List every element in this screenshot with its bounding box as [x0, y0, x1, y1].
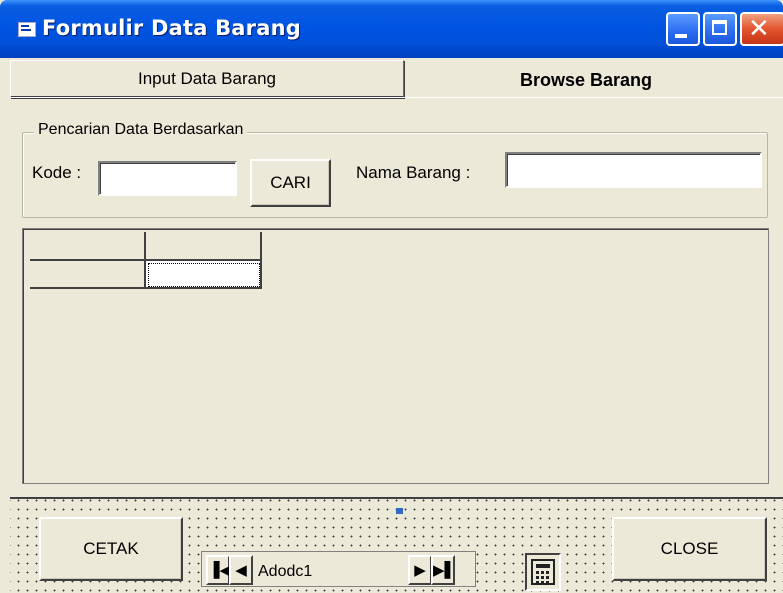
form-icon[interactable]	[18, 22, 36, 37]
grid-cell-selected[interactable]	[146, 261, 262, 289]
maximize-icon	[712, 20, 727, 35]
tab-browse-barang[interactable]: Browse Barang	[520, 70, 652, 91]
grid-cell[interactable]	[30, 261, 146, 289]
nama-barang-label: Nama Barang :	[356, 163, 471, 182]
close-icon: ✕	[748, 14, 770, 44]
grid-header-cell[interactable]	[146, 232, 262, 261]
cetak-button[interactable]: CETAK	[39, 517, 183, 581]
next-record-icon: ▶	[414, 561, 426, 579]
grid-header-cell[interactable]	[30, 232, 146, 261]
grid-cells	[30, 232, 262, 289]
minimize-icon	[675, 34, 687, 38]
first-record-icon: ▐◀	[208, 561, 232, 579]
search-group-label: Pencarian Data Berdasarkan	[34, 121, 248, 139]
nama-barang-input[interactable]	[505, 152, 762, 188]
window-title: Formulir Data Barang	[42, 16, 301, 40]
close-window-button[interactable]: ✕	[740, 12, 783, 46]
close-button[interactable]: CLOSE	[612, 517, 767, 581]
last-record-icon: ▶▌	[433, 561, 457, 579]
maximize-button[interactable]	[703, 12, 737, 46]
calculator-button[interactable]	[525, 553, 561, 591]
tab-panel-edge	[10, 97, 783, 98]
adodc-caption: Adodc1	[258, 563, 313, 580]
minimize-button[interactable]	[666, 12, 700, 46]
tab-input-data-barang[interactable]: Input Data Barang	[10, 60, 404, 98]
kode-input[interactable]	[98, 161, 237, 196]
calculator-icon	[531, 559, 555, 585]
form-window: Formulir Data Barang ✕ Input Data Barang…	[0, 0, 783, 593]
last-record-button[interactable]: ▶▌	[431, 555, 457, 585]
kode-label: Kode :	[32, 163, 82, 182]
splitter-handle[interactable]	[396, 508, 403, 514]
previous-record-button[interactable]: ◀	[229, 555, 253, 585]
next-record-button[interactable]: ▶	[408, 555, 432, 585]
previous-record-icon: ◀	[235, 561, 247, 579]
tab-input-label: Input Data Barang	[138, 69, 276, 88]
title-bar[interactable]: Formulir Data Barang ✕	[0, 0, 783, 58]
cari-button[interactable]: CARI	[250, 159, 331, 207]
first-record-button[interactable]: ▐◀	[206, 555, 232, 585]
